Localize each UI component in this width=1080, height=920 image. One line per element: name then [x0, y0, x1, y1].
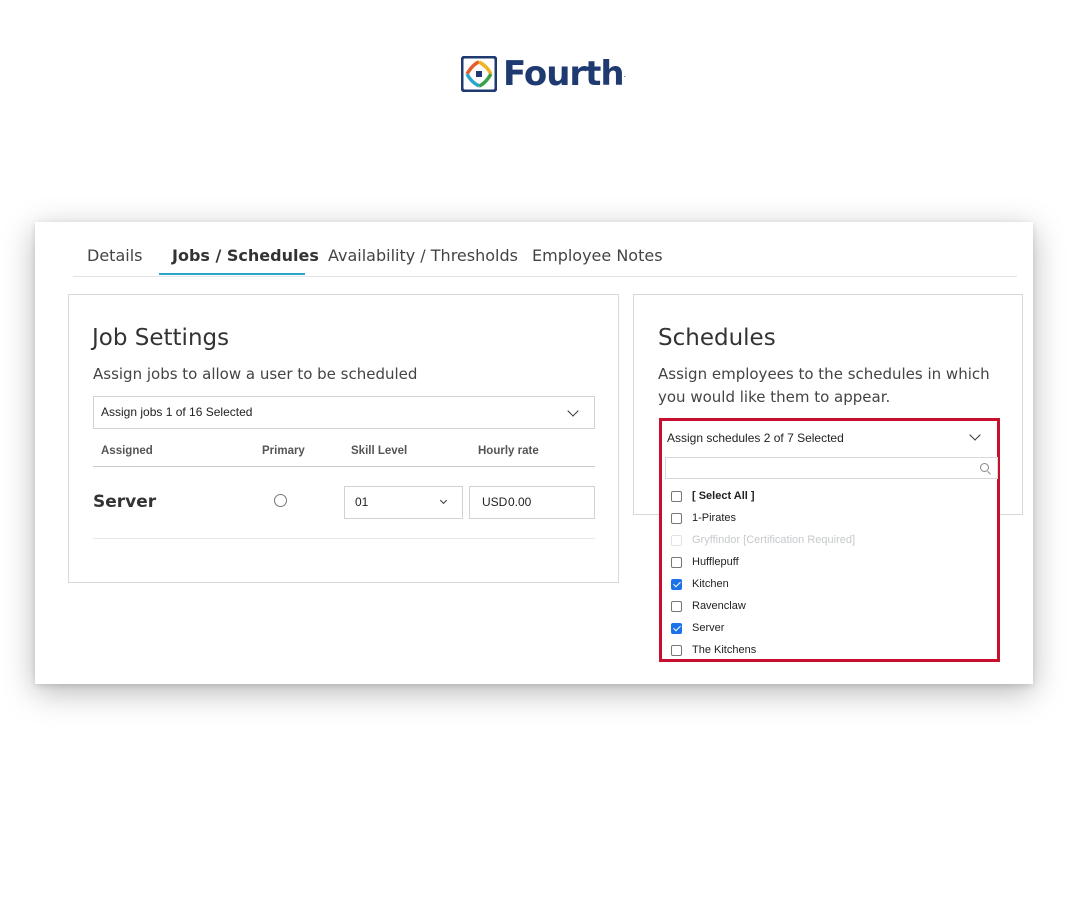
- chevron-down-icon: [439, 496, 448, 505]
- primary-radio[interactable]: [274, 494, 287, 507]
- skill-level-select[interactable]: 01: [344, 486, 463, 519]
- checkbox[interactable]: [671, 556, 682, 568]
- fourth-logo: Fourth .: [460, 54, 627, 94]
- schedules-title: Schedules: [658, 325, 776, 351]
- schedule-option-kitchen[interactable]: Kitchen: [671, 575, 729, 593]
- chevron-down-icon: [969, 429, 981, 441]
- column-assigned: Assigned: [101, 445, 153, 457]
- hourly-rate-value: 0.00: [508, 495, 532, 509]
- assign-schedules-dropdown: Assign schedules 2 of 7 Selected [ Selec…: [659, 418, 1000, 662]
- schedule-option-server[interactable]: Server: [671, 619, 724, 637]
- chevron-down-icon: [567, 405, 579, 417]
- tab-availability-thresholds[interactable]: Availability / Thresholds: [328, 246, 518, 265]
- schedule-option-1-pirates[interactable]: 1-Pirates: [671, 509, 736, 527]
- schedule-option-hufflepuff[interactable]: Hufflepuff: [671, 553, 739, 571]
- option-label: Hufflepuff: [692, 556, 739, 568]
- row-divider: [93, 538, 595, 539]
- checkbox-checked[interactable]: [671, 578, 682, 590]
- tab-employee-notes[interactable]: Employee Notes: [532, 246, 663, 265]
- option-label: The Kitchens: [692, 644, 757, 656]
- active-tab-indicator: [159, 273, 305, 275]
- job-settings-panel: Job Settings Assign jobs to allow a user…: [68, 294, 619, 583]
- tab-details[interactable]: Details: [87, 246, 142, 265]
- column-hourly-rate: Hourly rate: [478, 445, 539, 457]
- checkbox-checked[interactable]: [671, 622, 682, 634]
- schedules-subtitle: Assign employees to the schedules in whi…: [658, 365, 990, 406]
- hourly-rate-currency: USD: [482, 495, 508, 509]
- job-settings-title: Job Settings: [92, 325, 230, 351]
- job-settings-subtitle: Assign jobs to allow a user to be schedu…: [93, 365, 418, 383]
- assign-jobs-select-value: Assign jobs 1 of 16 Selected: [101, 405, 253, 419]
- job-name: Server: [93, 492, 157, 512]
- fourth-logo-mark-icon: [460, 55, 498, 93]
- checkbox: [671, 534, 682, 546]
- option-label: [ Select All ]: [692, 490, 755, 502]
- schedule-option-gryffindor: Gryffindor [Certification Required]: [671, 531, 855, 549]
- assign-schedules-select-value: Assign schedules 2 of 7 Selected: [667, 431, 844, 445]
- checkbox[interactable]: [671, 600, 682, 612]
- schedule-option-the-kitchens[interactable]: The Kitchens: [671, 641, 756, 659]
- checkbox[interactable]: [671, 490, 682, 502]
- option-label: Kitchen: [692, 578, 729, 590]
- brand-name: Fourth: [503, 54, 625, 94]
- tab-jobs-schedules[interactable]: Jobs / Schedules: [172, 246, 319, 265]
- checkbox[interactable]: [671, 512, 682, 524]
- option-label: Ravenclaw: [692, 600, 746, 612]
- hourly-rate-input[interactable]: USD 0.00: [469, 486, 595, 519]
- employee-card: Details Jobs / Schedules Availability / …: [35, 222, 1033, 684]
- assign-jobs-select[interactable]: Assign jobs 1 of 16 Selected: [93, 396, 595, 429]
- search-icon: [980, 463, 989, 472]
- assign-schedules-select[interactable]: Assign schedules 2 of 7 Selected: [662, 421, 997, 454]
- skill-level-value: 01: [355, 495, 369, 509]
- column-skill-level: Skill Level: [351, 445, 408, 457]
- checkbox[interactable]: [671, 644, 682, 656]
- schedule-search-input[interactable]: [665, 457, 998, 479]
- schedule-option-select-all[interactable]: [ Select All ]: [671, 487, 755, 505]
- option-label: 1-Pirates: [692, 512, 737, 524]
- option-label: Server: [692, 622, 725, 634]
- column-primary: Primary: [262, 445, 305, 457]
- option-label: Gryffindor [Certification Required]: [692, 534, 856, 546]
- brand-mark: .: [623, 69, 627, 79]
- tab-bar: Details Jobs / Schedules Availability / …: [73, 236, 1017, 277]
- schedule-option-ravenclaw[interactable]: Ravenclaw: [671, 597, 746, 615]
- table-header-divider: [93, 466, 595, 467]
